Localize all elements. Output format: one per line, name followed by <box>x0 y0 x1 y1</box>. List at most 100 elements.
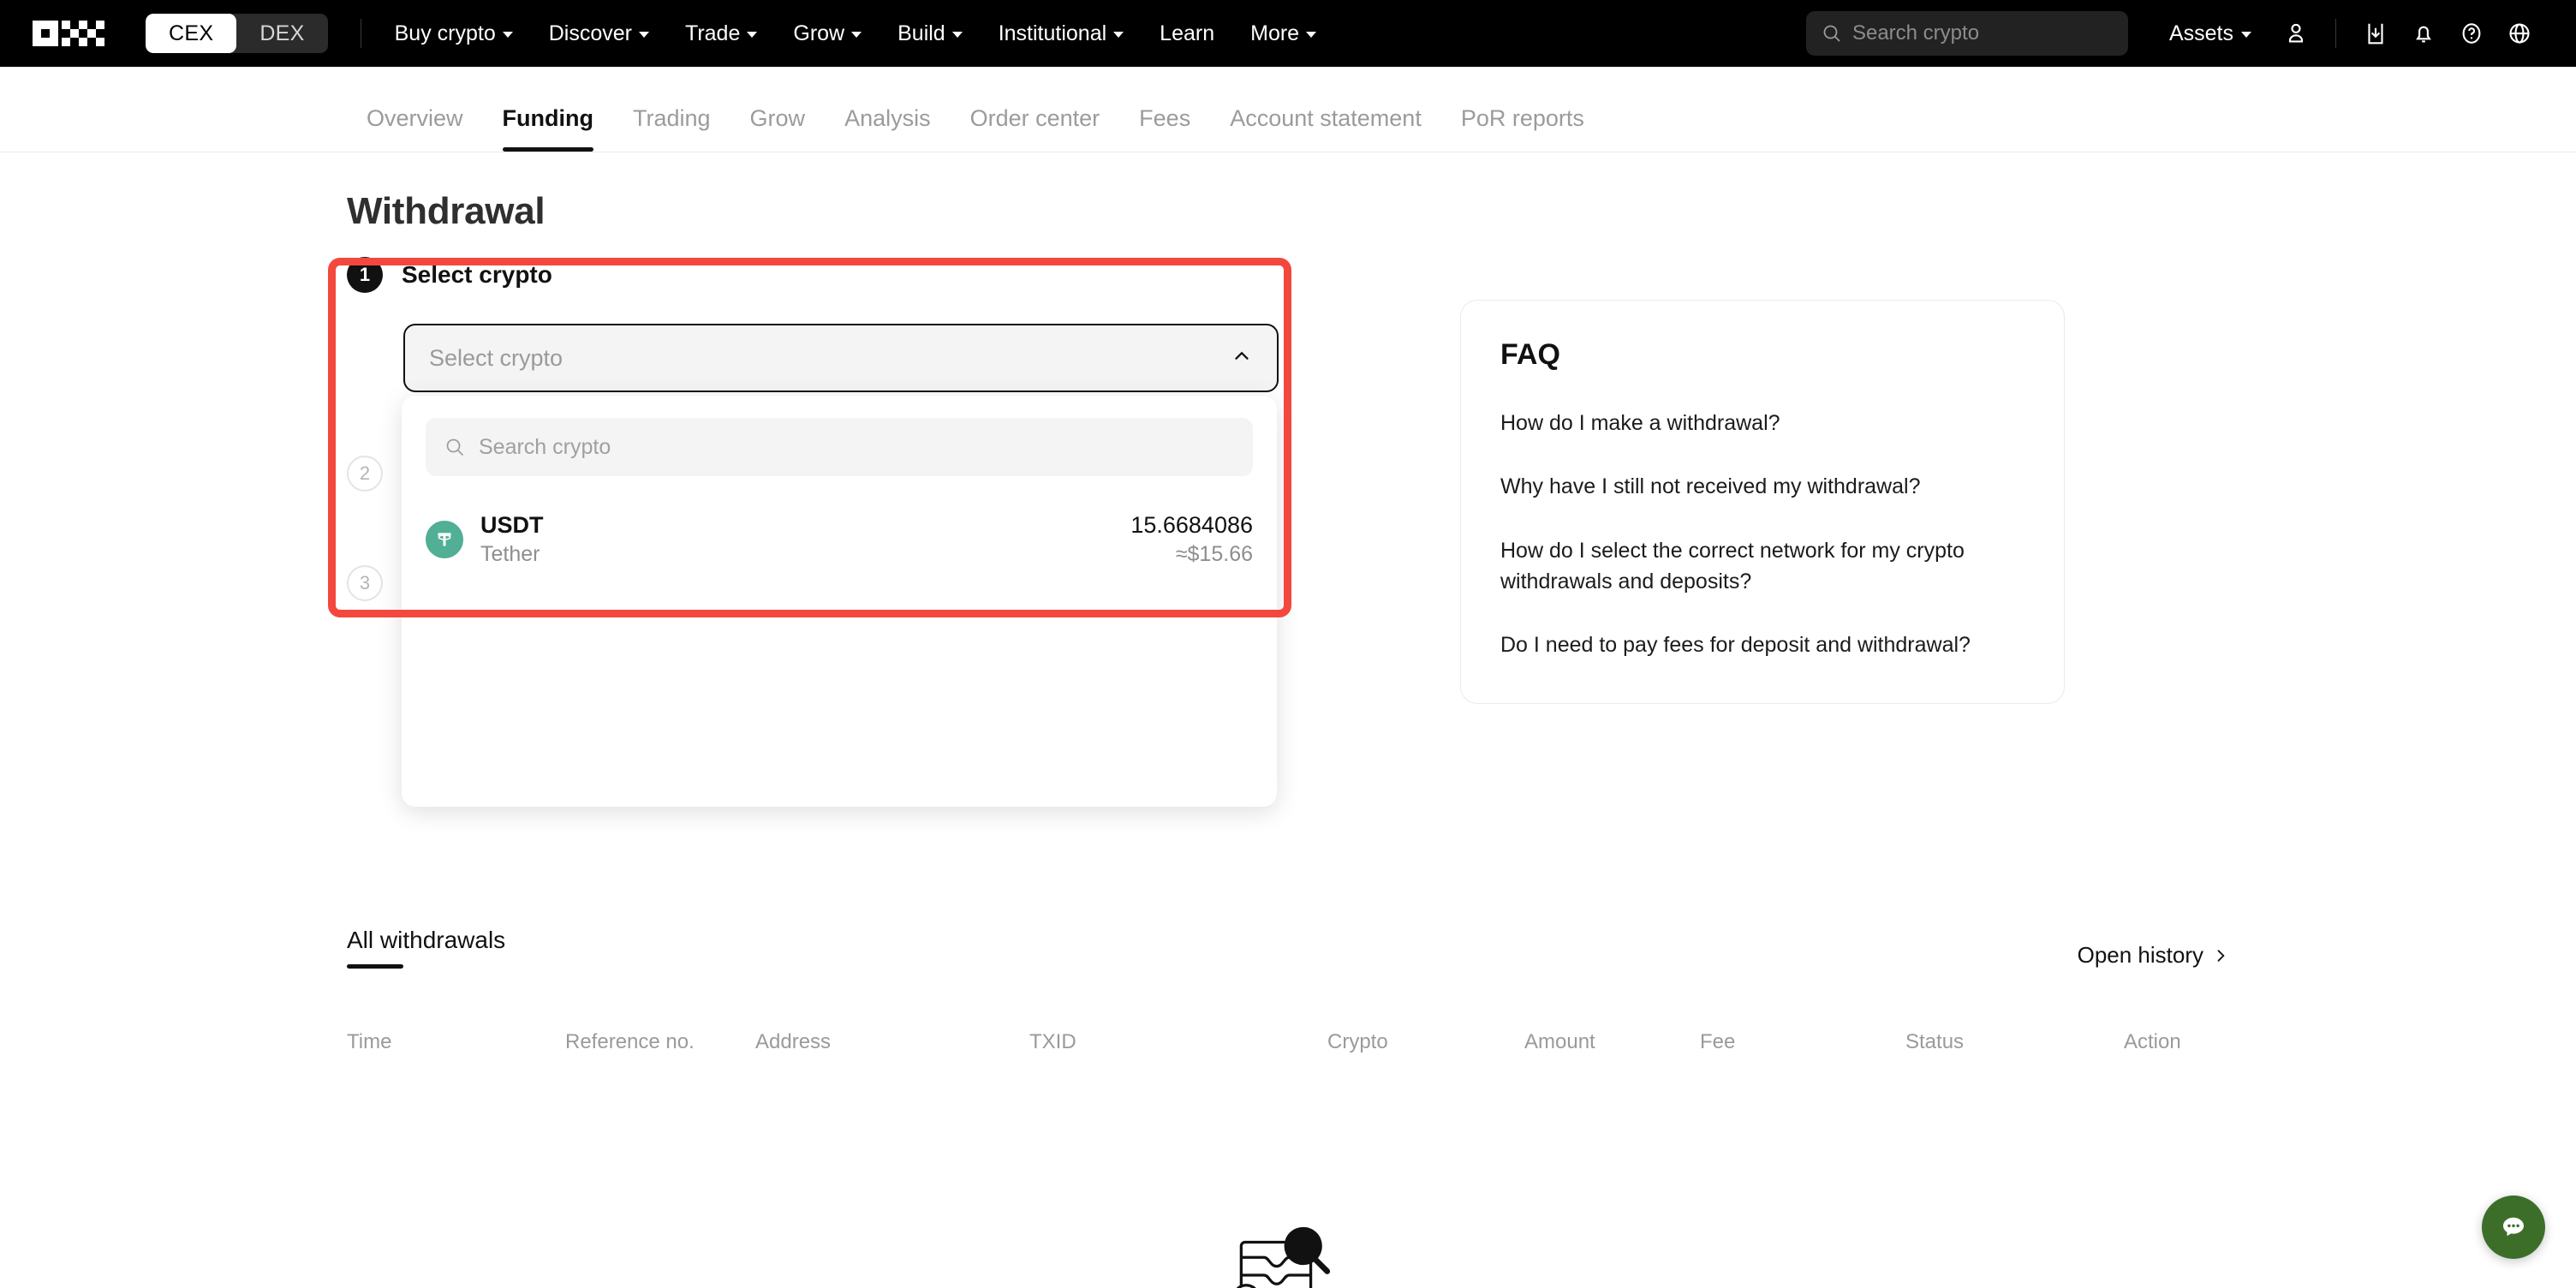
chevron-right-icon <box>2217 949 2225 962</box>
nav-label: Buy crypto <box>394 21 496 45</box>
open-history-label: Open history <box>2077 942 2203 968</box>
column-header-reference-no: Reference no. <box>565 1030 695 1053</box>
stepper-rail: 1 2 3 <box>347 257 402 601</box>
search-placeholder: Search crypto <box>1852 21 1980 45</box>
coin-values: 15.6684086 ≈$15.66 <box>1130 512 1253 567</box>
tab-analysis[interactable]: Analysis <box>825 105 951 152</box>
withdrawal-page: Withdrawal 1 2 3 Select crypto Select cr… <box>0 190 2576 1288</box>
account-subnav: Overview Funding Trading Grow Analysis O… <box>0 67 2576 152</box>
select-crypto-placeholder: Select crypto <box>429 344 564 371</box>
tab-order-center[interactable]: Order center <box>951 105 1120 152</box>
faq-item-2[interactable]: Why have I still not received my withdra… <box>1500 471 2024 502</box>
step-indicator-1: 1 <box>347 257 383 293</box>
top-navigation-bar: CEX DEX Buy crypto Discover Trade Grow B… <box>0 0 2576 67</box>
no-records-icon <box>1236 1226 1331 1288</box>
nav-divider-2 <box>2335 19 2336 48</box>
nav-item-build[interactable]: Build <box>880 21 981 46</box>
coin-usd-value: ≈$15.66 <box>1175 542 1253 566</box>
assets-menu[interactable]: Assets <box>2154 21 2267 46</box>
user-account-icon[interactable] <box>2272 9 2320 57</box>
nav-right-cluster: Search crypto Assets <box>1805 9 2543 57</box>
tab-overview[interactable]: Overview <box>347 105 483 152</box>
history-table-header: Time Reference no. Address TXID Crypto A… <box>347 1030 2576 1054</box>
chat-bubble-icon <box>2503 1217 2524 1237</box>
nav-item-discover[interactable]: Discover <box>531 21 667 46</box>
tab-trading[interactable]: Trading <box>613 105 730 152</box>
page-title: Withdrawal <box>347 190 546 232</box>
chevron-down-icon <box>1306 32 1317 38</box>
faq-item-1[interactable]: How do I make a withdrawal? <box>1500 408 2024 438</box>
empty-state: No records found Get started with your f… <box>347 1217 2576 1288</box>
chevron-down-icon <box>638 32 649 38</box>
coin-balance: 15.6684086 <box>1130 512 1253 538</box>
withdrawal-history-section: All withdrawals Open history Time Refere… <box>347 927 2576 1288</box>
nav-label: Build <box>897 21 945 45</box>
faq-panel: FAQ How do I make a withdrawal? Why have… <box>1460 300 2065 705</box>
okx-logo[interactable] <box>33 21 115 46</box>
page-columns: 1 2 3 Select crypto Select crypto Search… <box>328 257 2576 807</box>
column-header-time: Time <box>347 1030 392 1053</box>
column-header-address: Address <box>755 1030 832 1053</box>
list-item[interactable]: USDT Tether 15.6684086 ≈$15.66 <box>426 504 1253 575</box>
chevron-down-icon <box>502 32 513 38</box>
faq-item-4[interactable]: Do I need to pay fees for deposit and wi… <box>1500 629 2024 660</box>
step-1-label: Select crypto <box>402 261 552 288</box>
faq-title: FAQ <box>1500 338 1560 371</box>
history-header: All withdrawals Open history <box>347 927 2576 969</box>
withdrawal-form-column: 1 2 3 Select crypto Select crypto Search… <box>328 257 1306 807</box>
usdt-tether-icon <box>426 521 463 558</box>
nav-label: Institutional <box>998 21 1107 45</box>
tab-all-withdrawals[interactable]: All withdrawals <box>347 927 505 969</box>
tab-funding[interactable]: Funding <box>483 105 613 152</box>
step-indicator-3: 3 <box>347 565 383 601</box>
dex-toggle-option[interactable]: DEX <box>236 14 327 53</box>
nav-label: Trade <box>684 21 741 45</box>
globe-icon[interactable] <box>2496 9 2543 57</box>
crypto-dropdown-panel: Search crypto USDT Tether 15.6684086 ≈$1… <box>402 396 1277 807</box>
nav-label: Grow <box>793 21 845 45</box>
column-header-txid: TXID <box>1029 1030 1076 1053</box>
chevron-up-icon <box>1231 345 1253 372</box>
tab-por-reports[interactable]: PoR reports <box>1441 105 1604 152</box>
nav-item-grow[interactable]: Grow <box>775 21 880 46</box>
nav-label: More <box>1250 21 1300 45</box>
column-header-action: Action <box>2124 1030 2181 1053</box>
crypto-search-input[interactable]: Search crypto <box>426 418 1253 476</box>
chevron-down-icon <box>951 32 963 38</box>
main-nav-items: Buy crypto Discover Trade Grow Build Ins… <box>377 21 1334 46</box>
nav-item-trade[interactable]: Trade <box>667 21 775 46</box>
nav-item-more[interactable]: More <box>1232 21 1334 46</box>
help-icon[interactable] <box>2448 9 2496 57</box>
nav-item-learn[interactable]: Learn <box>1142 21 1232 46</box>
column-header-fee: Fee <box>1700 1030 1736 1053</box>
chat-support-button[interactable] <box>2482 1196 2545 1259</box>
search-input[interactable]: Search crypto <box>1805 11 2128 56</box>
column-header-status: Status <box>1905 1030 1965 1053</box>
tab-account-statement[interactable]: Account statement <box>1210 105 1441 152</box>
chevron-down-icon <box>851 32 862 38</box>
tab-fees[interactable]: Fees <box>1119 105 1210 152</box>
assets-label: Assets <box>2168 21 2233 45</box>
coin-name: Tether <box>480 542 540 566</box>
open-history-link[interactable]: Open history <box>2078 942 2229 969</box>
step-1-row: 1 2 3 Select crypto <box>347 257 1306 601</box>
crypto-search-placeholder: Search crypto <box>479 434 611 459</box>
download-icon[interactable] <box>2352 9 2400 57</box>
cex-toggle-option[interactable]: CEX <box>146 14 237 53</box>
column-header-amount: Amount <box>1524 1030 1595 1053</box>
select-crypto-field[interactable]: Select crypto <box>403 324 1279 392</box>
faq-item-3[interactable]: How do I select the correct network for … <box>1500 535 2024 598</box>
step-indicator-2: 2 <box>347 456 383 492</box>
nav-item-buy-crypto[interactable]: Buy crypto <box>377 21 531 46</box>
nav-label: Discover <box>548 21 632 45</box>
bell-icon[interactable] <box>2400 9 2448 57</box>
nav-item-institutional[interactable]: Institutional <box>981 21 1142 46</box>
tab-grow[interactable]: Grow <box>730 105 826 152</box>
nav-label: Learn <box>1160 21 1215 45</box>
column-header-crypto: Crypto <box>1327 1030 1388 1053</box>
coin-symbol: USDT <box>480 512 544 538</box>
coin-names: USDT Tether <box>480 512 544 567</box>
search-icon <box>446 438 463 456</box>
cex-dex-toggle[interactable]: CEX DEX <box>146 14 328 53</box>
search-icon <box>1823 25 1840 42</box>
